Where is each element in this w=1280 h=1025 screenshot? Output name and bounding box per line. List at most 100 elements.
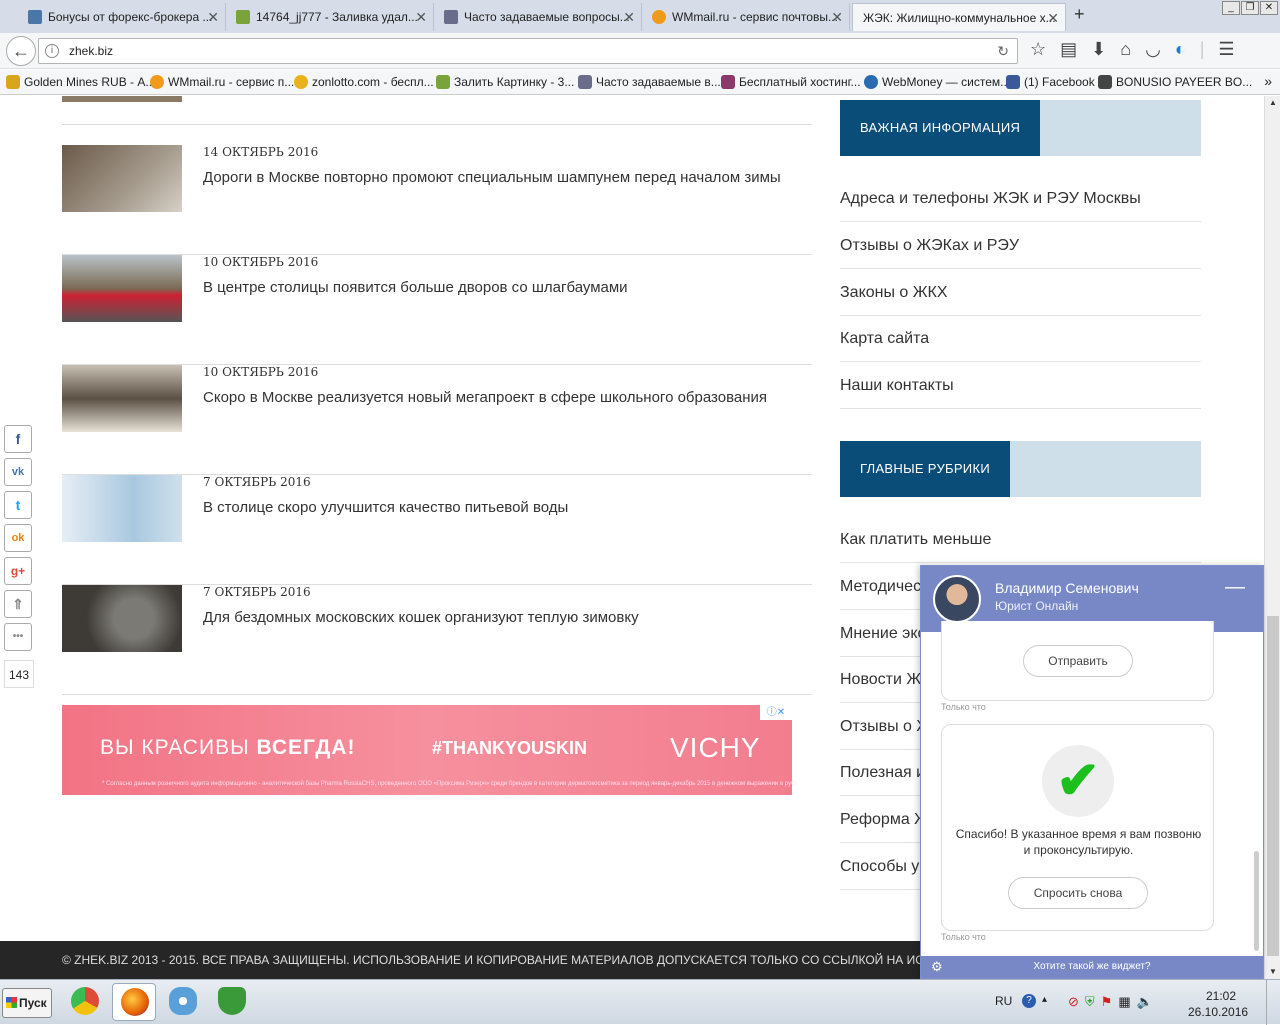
sidebar-link[interactable]: Карта сайта (840, 315, 1201, 362)
clock-date[interactable]: 26.10.2016 (1188, 1005, 1248, 1019)
news-title[interactable]: В столице скоро улучшится качество питье… (203, 499, 568, 516)
news-thumbnail[interactable] (62, 365, 182, 432)
adchoices-icon[interactable]: ⓘ✕ (760, 705, 792, 720)
avatar (933, 575, 981, 623)
sidebar-link[interactable]: Отзывы о ЖЭКах и РЭУ (840, 222, 1201, 269)
ask-again-button[interactable]: Спросить снова (1008, 877, 1148, 909)
page-scrollbar[interactable]: ▲ ▼ (1264, 96, 1280, 979)
browser-tab[interactable]: 14764_jj777 - Заливка удал... ✕ (228, 3, 434, 31)
reading-list-icon[interactable]: ▤ (1060, 39, 1077, 60)
windows-taskbar: Пуск RU ? ▴ ⊘ ⛨ ⚑ ▦ 🔈 21:02 26.10.2016 (0, 979, 1280, 1025)
extension-icon[interactable]: ◐ (1175, 39, 1186, 60)
bookmark-item[interactable]: WebMoney — систем... (864, 75, 1010, 89)
star-icon[interactable]: ☆ (1030, 39, 1046, 60)
toolbar-separator: | (1199, 39, 1205, 59)
vichy-ad-banner[interactable]: ВЫ КРАСИВЫ ВСЕГДА! #THANKYOUSKIN VICHY *… (62, 705, 796, 795)
network-icon[interactable]: ▦ (1118, 994, 1130, 1010)
chrome-taskbar-button[interactable] (63, 983, 107, 1021)
odnoklassniki-share-button[interactable]: ok (4, 524, 32, 552)
back-button[interactable]: ← (6, 36, 36, 66)
close-tab-icon[interactable]: ✕ (831, 3, 843, 31)
browser-tab[interactable]: WMmail.ru - сервис почтовы... ✕ (644, 3, 850, 31)
bookmark-label: Golden Mines RUB - А... (24, 75, 156, 89)
address-bar[interactable]: i zhek.biz ↻ (38, 38, 1018, 64)
bookmark-item[interactable]: Бесплатный хостинг... (721, 75, 861, 89)
close-tab-icon[interactable]: ✕ (1047, 4, 1059, 31)
scroll-up-icon[interactable]: ▲ (1266, 96, 1280, 110)
pocket-icon[interactable]: ◡ (1145, 39, 1161, 60)
browser-tab[interactable]: Часто задаваемые вопросы... ✕ (436, 3, 642, 31)
minimize-icon[interactable]: — (1225, 576, 1245, 599)
news-thumbnail[interactable] (62, 96, 182, 102)
news-title[interactable]: Скоро в Москве реализуется новый мегапро… (203, 389, 767, 406)
show-desktop-button[interactable] (1266, 980, 1280, 1025)
antivirus-icon[interactable]: ⊘ (1068, 994, 1079, 1010)
minimize-window-icon[interactable]: _ (1222, 1, 1240, 15)
send-button[interactable]: Отправить (1023, 645, 1133, 677)
start-button[interactable]: Пуск (2, 988, 52, 1018)
news-thumbnail[interactable] (62, 255, 182, 322)
home-icon[interactable]: ⌂ (1120, 39, 1131, 60)
bookmark-item[interactable]: WMmail.ru - сервис п... (150, 75, 294, 89)
gear-icon[interactable]: ⚙ (931, 956, 943, 978)
news-thumbnail[interactable] (62, 145, 182, 212)
more-share-button[interactable]: ••• (4, 623, 32, 651)
scroll-down-icon[interactable]: ▼ (1266, 965, 1280, 979)
chat-scrollbar[interactable] (1254, 851, 1259, 951)
bookmark-item[interactable]: (1) Facebook (1006, 75, 1095, 89)
more-bookmarks-icon[interactable]: » (1264, 73, 1272, 89)
arrow-left-icon: ← (12, 41, 30, 61)
news-item[interactable]: 7 ОКТЯБРЬ 2016 Для бездомных московских … (62, 585, 812, 695)
close-tab-icon[interactable]: ✕ (207, 3, 219, 31)
start-label: Пуск (19, 996, 47, 1010)
browser-tab[interactable]: Бонусы от форекс-брокера ... ✕ (20, 3, 226, 31)
restore-window-icon[interactable]: ❐ (1241, 1, 1259, 15)
vpn-taskbar-button[interactable] (210, 983, 254, 1021)
twitter-share-button[interactable]: t (4, 491, 32, 519)
bookmark-item[interactable]: Golden Mines RUB - А... (6, 75, 155, 89)
shield-icon[interactable]: ⛨ (1085, 994, 1095, 1010)
language-indicator[interactable]: RU (995, 994, 1012, 1008)
news-title[interactable]: В центре столицы появится больше дворов … (203, 279, 628, 296)
bookmark-item[interactable]: zonlotto.com - беспл... (294, 75, 434, 89)
paint-taskbar-button[interactable] (161, 983, 205, 1021)
network-alert-icon[interactable]: ⚑ (1101, 994, 1113, 1010)
scrollbar-thumb[interactable] (1267, 616, 1279, 956)
tray-expand-icon[interactable]: ▴ (1042, 994, 1047, 1005)
sidebar-link[interactable]: Законы о ЖКХ (840, 269, 1201, 316)
new-tab-button[interactable]: + (1074, 4, 1085, 25)
news-item[interactable]: 10 ОКТЯБРЬ 2016 Скоро в Москве реализует… (62, 365, 812, 475)
help-icon[interactable]: ? (1022, 994, 1036, 1008)
news-title[interactable]: Дороги в Москве повторно промоют специал… (203, 169, 781, 186)
news-thumbnail[interactable] (62, 585, 182, 652)
menu-icon[interactable]: ☰ (1218, 39, 1234, 60)
news-date: 7 ОКТЯБРЬ 2016 (203, 475, 311, 489)
news-item[interactable]: 7 ОКТЯБРЬ 2016 В столице скоро улучшится… (62, 475, 812, 585)
browser-tab-active[interactable]: ЖЭК: Жилищно-коммунальное х... ✕ (852, 3, 1066, 31)
clock-time[interactable]: 21:02 (1206, 989, 1236, 1003)
download-icon[interactable]: ⬇ (1091, 39, 1106, 60)
get-widget-link[interactable]: Хотите такой же виджет? (1033, 961, 1150, 972)
news-title[interactable]: Для бездомных московских кошек организую… (203, 609, 639, 626)
info-icon[interactable]: i (45, 44, 59, 58)
bookmark-item[interactable]: Залить Картинку - 3... (436, 75, 574, 89)
url-text: zhek.biz (69, 44, 114, 58)
news-item[interactable]: 10 ОКТЯБРЬ 2016 В центре столицы появитс… (62, 255, 812, 365)
volume-icon[interactable]: 🔈 (1137, 994, 1153, 1010)
vk-share-button[interactable]: vk (4, 458, 32, 486)
close-window-icon[interactable]: ✕ (1260, 1, 1278, 15)
google-plus-share-button[interactable]: g+ (4, 557, 32, 585)
sidebar-link[interactable]: Наши контакты (840, 362, 1201, 409)
news-item[interactable]: 14 ОКТЯБРЬ 2016 Дороги в Москве повторно… (62, 145, 812, 255)
news-thumbnail[interactable] (62, 475, 182, 542)
firefox-taskbar-button[interactable] (112, 983, 156, 1021)
close-tab-icon[interactable]: ✕ (623, 3, 635, 31)
close-tab-icon[interactable]: ✕ (415, 3, 427, 31)
bookmark-item[interactable]: Часто задаваемые в... (578, 75, 721, 89)
scroll-top-button[interactable]: ⇑ (4, 590, 32, 618)
bookmark-item[interactable]: BONUSIO PAYEER BO... (1098, 75, 1252, 89)
sidebar-link[interactable]: Как платить меньше (840, 516, 1201, 563)
reload-icon[interactable]: ↻ (997, 39, 1009, 63)
facebook-share-button[interactable]: f (4, 425, 32, 453)
sidebar-link[interactable]: Адреса и телефоны ЖЭК и РЭУ Москвы (840, 175, 1201, 222)
